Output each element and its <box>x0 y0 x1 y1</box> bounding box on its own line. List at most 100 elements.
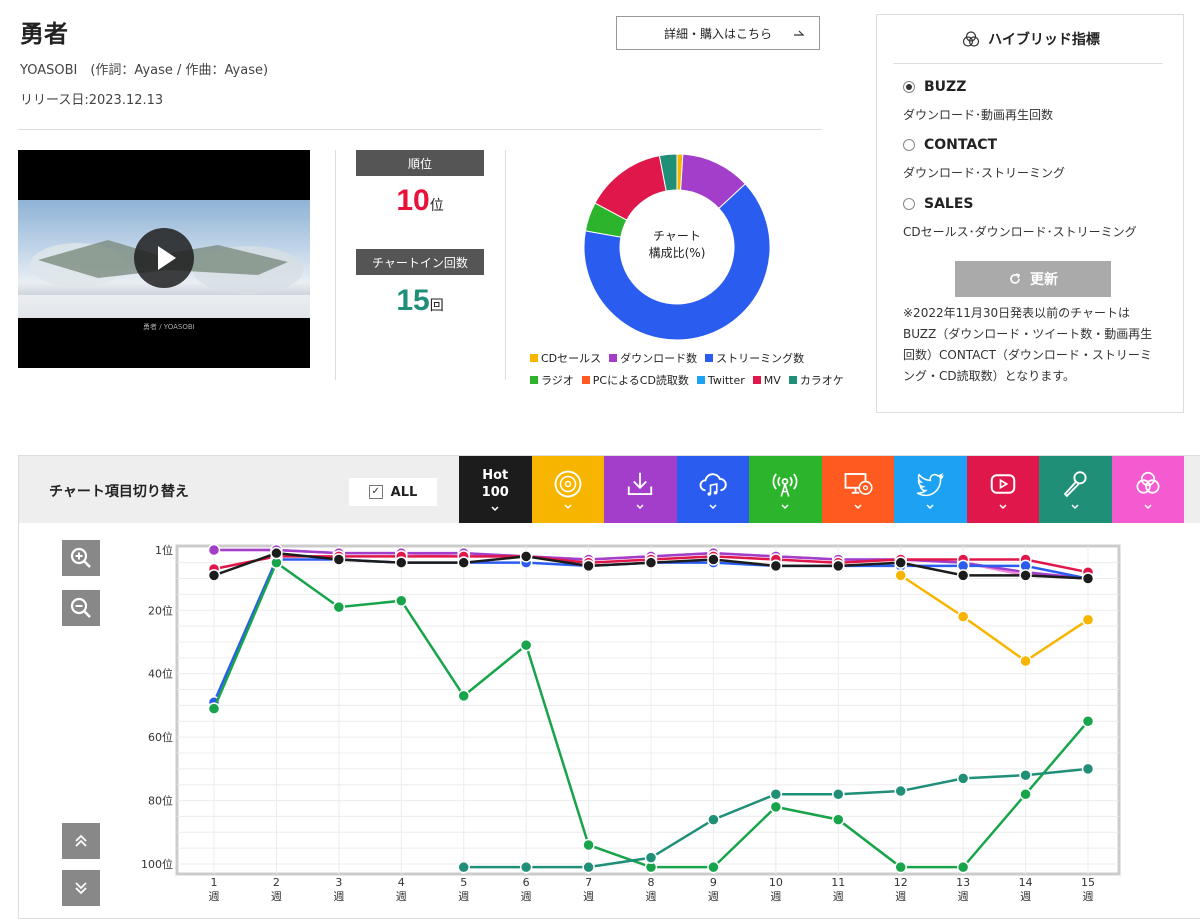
rank-unit: 位 <box>429 198 444 214</box>
chart-in-count-value: 15回 <box>356 284 484 318</box>
video-player[interactable]: 勇者 / YOASOBI <box>18 150 310 368</box>
data-point-karaoke[interactable] <box>769 787 783 801</box>
data-point-karaoke[interactable] <box>457 860 470 874</box>
chart-panel: チャート項目切り替え ✓ ALL Hot 100 1位 20位 40位 60位 80位 10… <box>18 455 1200 919</box>
legend-label: ラジオ <box>541 374 574 387</box>
legend-label: CDセールス <box>541 352 602 365</box>
data-point-hot100[interactable] <box>894 556 907 569</box>
data-point-karaoke[interactable] <box>1019 768 1032 782</box>
data-point-karaoke[interactable] <box>894 784 907 798</box>
data-point-cd[interactable] <box>956 610 970 623</box>
data-point-hot100[interactable] <box>832 559 845 573</box>
x-tick-label: 10 <box>769 876 783 889</box>
song-title: 勇者 <box>20 20 68 48</box>
legend-row: ラジオ PCによるCD読取数 Twitter MV カラオケ <box>530 372 844 388</box>
y-tick-label: 80位 <box>148 794 173 808</box>
x-tick-label: 週 <box>833 890 844 903</box>
data-point-radio[interactable] <box>894 860 907 874</box>
data-point-radio[interactable] <box>1081 715 1095 728</box>
radio-icon <box>903 198 915 210</box>
donut-center-label: チャート 構成比(%) <box>582 228 772 262</box>
radio-buzz[interactable]: BUZZ <box>903 79 966 95</box>
radio-sales-label: SALES <box>924 196 974 212</box>
legend-label: カラオケ <box>799 374 844 387</box>
x-tick-label: 8 <box>648 876 655 889</box>
x-tick-label: 9 <box>710 876 717 889</box>
data-point-cd[interactable] <box>1081 613 1095 627</box>
data-point-radio[interactable] <box>707 860 720 874</box>
x-tick-label: 週 <box>521 890 532 903</box>
data-point-karaoke[interactable] <box>956 772 970 785</box>
legend-swatch <box>705 354 714 362</box>
data-point-hot100[interactable] <box>270 546 283 560</box>
data-point-karaoke[interactable] <box>832 787 845 801</box>
data-point-hot100[interactable] <box>956 569 970 582</box>
data-point-hot100[interactable] <box>207 569 221 582</box>
data-point-radio[interactable] <box>956 860 970 874</box>
x-tick-label: 週 <box>458 890 469 903</box>
data-point-radio[interactable] <box>832 813 845 826</box>
arrow-icon <box>793 25 805 40</box>
data-point-hot100[interactable] <box>769 559 783 573</box>
data-point-hot100[interactable] <box>1081 572 1095 585</box>
data-point-karaoke[interactable] <box>1081 762 1095 776</box>
data-point-karaoke[interactable] <box>644 851 658 864</box>
x-tick-label: 15 <box>1081 876 1095 889</box>
data-point-cd[interactable] <box>894 569 907 582</box>
data-point-karaoke[interactable] <box>582 860 595 874</box>
hybrid-index-panel: ハイブリッド指標 BUZZ ダウンロード･動画再生回数 CONTACT ダウンロ… <box>876 14 1184 413</box>
y-tick-label: 1位 <box>155 543 173 557</box>
donut-center-line2: 構成比(%) <box>648 246 706 260</box>
data-point-hot100[interactable] <box>519 550 533 563</box>
detail-purchase-label: 詳細・購入はこちら <box>663 26 772 41</box>
data-point-radio[interactable] <box>519 638 533 652</box>
radio-buzz-desc: ダウンロード･動画再生回数 <box>903 108 1054 122</box>
data-point-radio[interactable] <box>769 800 783 814</box>
y-tick-label: 100位 <box>141 857 173 871</box>
data-point-radio[interactable] <box>457 689 470 703</box>
play-button[interactable] <box>134 228 194 288</box>
data-point-radio[interactable] <box>1019 787 1032 801</box>
data-point-karaoke[interactable] <box>707 813 720 826</box>
x-tick-label: 週 <box>333 890 344 903</box>
x-tick-label: 6 <box>523 876 530 889</box>
legend-label: ダウンロード数 <box>620 352 698 365</box>
radio-contact[interactable]: CONTACT <box>903 137 997 153</box>
divider <box>893 63 1163 64</box>
x-tick-label: 12 <box>894 876 908 889</box>
x-tick-label: 週 <box>958 890 969 903</box>
data-point-hot100[interactable] <box>457 556 470 569</box>
data-point-hot100[interactable] <box>644 556 658 569</box>
legend-label: ストリーミング数 <box>716 352 805 365</box>
data-point-hot100[interactable] <box>395 556 408 569</box>
data-point-hot100[interactable] <box>332 553 346 566</box>
data-point-hot100[interactable] <box>1019 569 1032 582</box>
rank-value: 10位 <box>356 184 484 218</box>
x-tick-label: 5 <box>460 876 467 889</box>
data-point-download[interactable] <box>207 543 221 557</box>
detail-purchase-button[interactable]: 詳細・購入はこちら <box>616 16 820 50</box>
data-point-radio[interactable] <box>395 594 408 607</box>
radio-sales[interactable]: SALES <box>903 196 974 212</box>
radio-contact-desc: ダウンロード･ストリーミング <box>903 166 1066 180</box>
data-point-hot100[interactable] <box>582 559 595 573</box>
data-point-radio[interactable] <box>207 702 221 715</box>
data-point-radio[interactable] <box>582 838 595 852</box>
data-point-radio[interactable] <box>332 600 346 614</box>
chart-in-count-unit: 回 <box>429 298 444 314</box>
data-point-karaoke[interactable] <box>519 860 533 874</box>
hybrid-title: ハイブリッド指標 <box>877 29 1185 49</box>
rank-label: 順位 <box>356 150 484 176</box>
refresh-button[interactable]: 更新 <box>955 261 1111 297</box>
data-point-cd[interactable] <box>1019 654 1032 668</box>
x-tick-label: 7 <box>585 876 592 889</box>
legend-swatch <box>752 376 761 384</box>
data-point-hot100[interactable] <box>707 553 720 566</box>
chart-in-count-label: チャートイン回数 <box>356 249 484 275</box>
legend-item: ストリーミング数 <box>705 350 804 366</box>
x-tick-label: 4 <box>398 876 405 889</box>
x-tick-label: 1 <box>211 876 218 889</box>
x-tick-label: 週 <box>583 890 594 903</box>
hybrid-title-text: ハイブリッド指標 <box>988 32 1100 48</box>
x-tick-label: 14 <box>1019 876 1033 889</box>
